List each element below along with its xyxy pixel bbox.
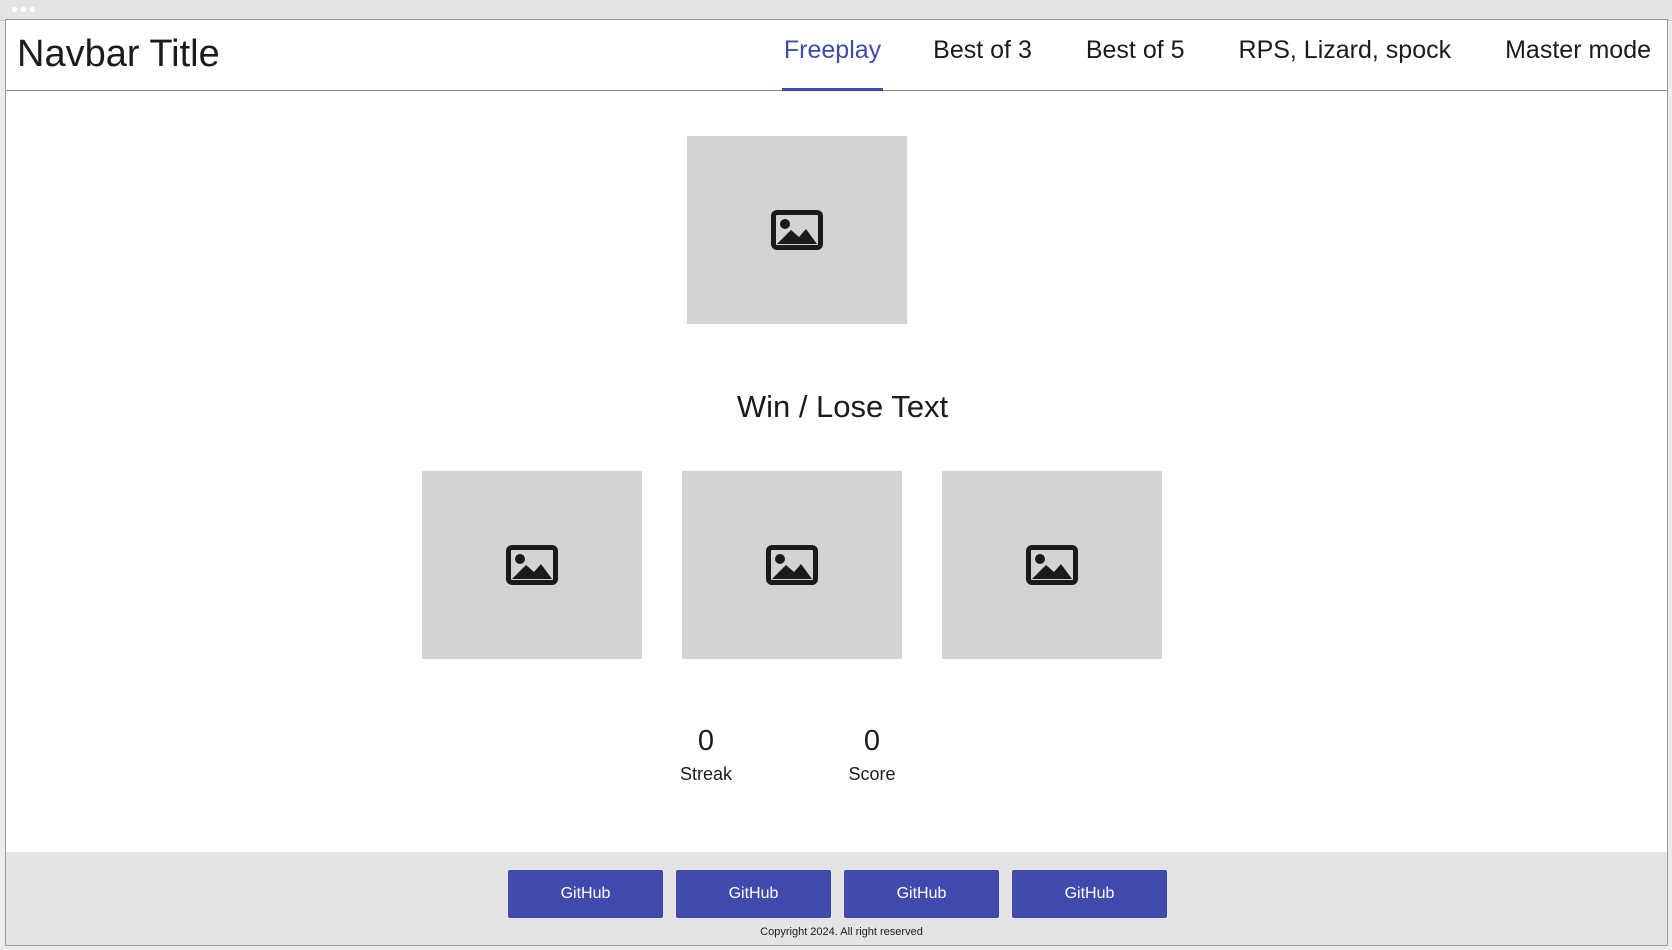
- nav-tabs: Freeplay Best of 3 Best of 5 RPS, Lizard…: [781, 20, 1667, 91]
- opponent-choice-image: [687, 136, 907, 324]
- tab-best-of-3[interactable]: Best of 3: [933, 20, 1032, 90]
- result-text-label: Win / Lose Text: [736, 389, 949, 424]
- tab-best-of-5[interactable]: Best of 5: [1086, 20, 1185, 90]
- copyright-text: Copyright 2024. All right reserved: [760, 926, 923, 938]
- github-button-3[interactable]: GitHub: [844, 870, 999, 918]
- streak-label: Streak: [679, 764, 733, 784]
- result-text: Win / Lose Text: [6, 389, 1667, 425]
- window-dot[interactable]: [12, 7, 17, 12]
- streak-value: 0: [697, 725, 715, 757]
- image-placeholder-icon: [1026, 545, 1078, 585]
- image-placeholder-icon: [771, 210, 823, 250]
- window-dot[interactable]: [21, 7, 26, 12]
- navbar: Navbar Title Freeplay Best of 3 Best of …: [6, 20, 1667, 91]
- score-stat: 0 Score: [812, 724, 932, 785]
- score-value: 0: [863, 725, 881, 757]
- tab-freeplay[interactable]: Freeplay: [781, 20, 884, 91]
- window-dot[interactable]: [30, 7, 35, 12]
- image-placeholder-icon: [766, 545, 818, 585]
- footer: GitHub GitHub GitHub GitHub Copyright 20…: [6, 852, 1667, 945]
- app-frame: Navbar Title Freeplay Best of 3 Best of …: [5, 19, 1668, 946]
- streak-stat: 0 Streak: [646, 724, 766, 785]
- window-title-bar: [0, 0, 1672, 21]
- choice-button-3[interactable]: [942, 471, 1162, 659]
- image-placeholder-icon: [506, 545, 558, 585]
- choice-button-1[interactable]: [422, 471, 642, 659]
- copyright: Copyright 2024. All right reserved: [6, 926, 1667, 938]
- github-button-4[interactable]: GitHub: [1012, 870, 1167, 918]
- choice-button-2[interactable]: [682, 471, 902, 659]
- footer-buttons: GitHub GitHub GitHub GitHub: [508, 870, 1167, 918]
- github-button-1[interactable]: GitHub: [508, 870, 663, 918]
- github-button-2[interactable]: GitHub: [676, 870, 831, 918]
- tab-rps-lizard-spock[interactable]: RPS, Lizard, spock: [1239, 20, 1452, 90]
- window-controls[interactable]: [12, 7, 35, 12]
- score-label: Score: [848, 764, 896, 784]
- tab-master-mode[interactable]: Master mode: [1505, 20, 1651, 90]
- navbar-title: Navbar Title: [17, 33, 220, 75]
